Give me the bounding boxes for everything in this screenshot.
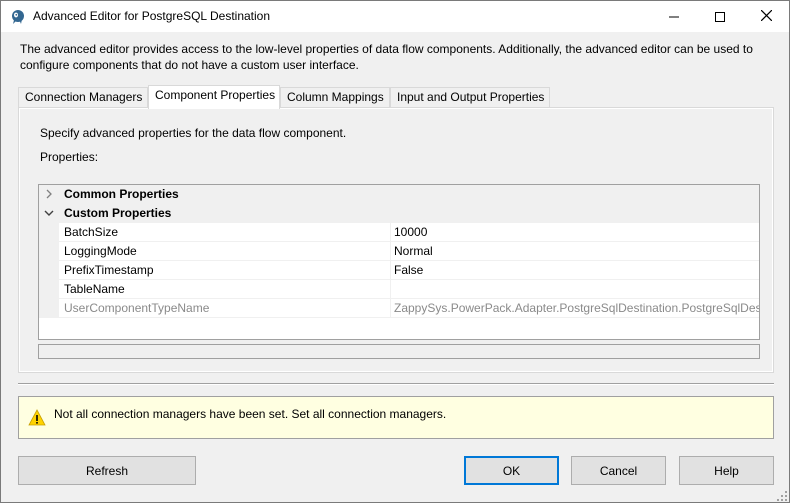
property-row-loggingmode[interactable]: LoggingMode Normal xyxy=(39,242,759,261)
advanced-editor-dialog: Advanced Editor for PostgreSQL Destinati… xyxy=(0,0,790,503)
category-custom-properties[interactable]: Custom Properties xyxy=(39,204,759,223)
refresh-button[interactable]: Refresh xyxy=(18,456,196,485)
property-value[interactable] xyxy=(391,280,759,299)
close-icon xyxy=(760,9,772,24)
category-label: Custom Properties xyxy=(64,206,172,220)
ok-button[interactable]: OK xyxy=(464,456,559,485)
panel-instruction: Specify advanced properties for the data… xyxy=(40,126,347,140)
resize-grip-icon[interactable] xyxy=(777,490,787,501)
properties-label: Properties: xyxy=(40,150,99,164)
property-value[interactable]: 10000 xyxy=(391,223,759,242)
property-name: BatchSize xyxy=(59,223,391,242)
close-button[interactable] xyxy=(743,1,789,32)
help-button[interactable]: Help xyxy=(679,456,774,485)
category-label: Common Properties xyxy=(64,187,179,201)
warning-icon xyxy=(28,409,46,426)
category-common-properties[interactable]: Common Properties xyxy=(39,185,759,204)
property-name: LoggingMode xyxy=(59,242,391,261)
row-gutter xyxy=(39,261,59,280)
tab-column-mappings[interactable]: Column Mappings xyxy=(280,87,390,108)
editor-description: The advanced editor provides access to t… xyxy=(20,42,753,72)
property-row-batchsize[interactable]: BatchSize 10000 xyxy=(39,223,759,242)
property-name: UserComponentTypeName xyxy=(59,299,391,318)
minimize-button[interactable] xyxy=(651,1,697,32)
cancel-button[interactable]: Cancel xyxy=(571,456,666,485)
row-gutter xyxy=(39,280,59,299)
property-row-usercomponenttypename[interactable]: UserComponentTypeName ZappySys.PowerPack… xyxy=(39,299,759,318)
component-properties-panel: Specify advanced properties for the data… xyxy=(18,107,774,373)
property-value[interactable]: False xyxy=(391,261,759,280)
tab-connection-managers[interactable]: Connection Managers xyxy=(18,87,148,108)
property-description-pane xyxy=(38,344,760,359)
chevron-down-icon[interactable] xyxy=(43,206,55,220)
property-value: ZappySys.PowerPack.Adapter.PostgreSqlDes… xyxy=(391,299,759,318)
divider xyxy=(18,383,774,385)
maximize-button[interactable] xyxy=(697,1,743,32)
postgresql-app-icon xyxy=(10,9,26,25)
row-gutter xyxy=(39,299,59,318)
row-gutter xyxy=(39,242,59,261)
property-row-tablename[interactable]: TableName xyxy=(39,280,759,299)
window-title: Advanced Editor for PostgreSQL Destinati… xyxy=(33,9,271,23)
row-gutter xyxy=(39,223,59,242)
tab-component-properties[interactable]: Component Properties xyxy=(148,85,280,109)
property-name: TableName xyxy=(59,280,391,299)
property-name: PrefixTimestamp xyxy=(59,261,391,280)
property-grid[interactable]: Common Properties Custom Properties Batc… xyxy=(38,184,760,340)
property-row-prefixtimestamp[interactable]: PrefixTimestamp False xyxy=(39,261,759,280)
chevron-right-icon[interactable] xyxy=(43,187,55,201)
tab-input-output-properties[interactable]: Input and Output Properties xyxy=(390,87,550,108)
property-value[interactable]: Normal xyxy=(391,242,759,261)
warning-message: Not all connection managers have been se… xyxy=(18,396,774,439)
title-bar[interactable]: Advanced Editor for PostgreSQL Destinati… xyxy=(1,1,789,32)
warning-text: Not all connection managers have been se… xyxy=(54,407,447,421)
